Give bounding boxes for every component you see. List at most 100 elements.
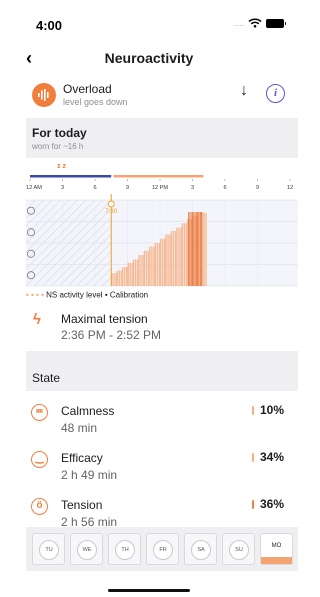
day-label: FR: [153, 540, 173, 560]
state-percent-bar: [252, 406, 254, 415]
mode-subtitle: level goes down: [63, 97, 128, 107]
calm-face-icon: ≖: [31, 404, 48, 421]
day-label: TU: [39, 540, 59, 560]
state-percent-bar: [252, 500, 254, 509]
status-icons: ....: [233, 18, 286, 28]
x-tick-label: 12 AM: [26, 185, 42, 191]
state-item-calmness[interactable]: ≖ Calmness 48 min 10%: [0, 399, 298, 445]
activity-bar: [158, 243, 160, 286]
max-tension-row[interactable]: ϟ Maximal tension 2:36 PM - 2:52 PM: [0, 305, 298, 351]
today-subtitle: worn for ~16 h: [32, 142, 84, 151]
state-name: Calmness: [61, 404, 115, 418]
tension-highlight-bar: [195, 212, 197, 286]
x-tick-label: 9: [256, 185, 259, 191]
selected-day-indicator: [261, 557, 292, 564]
activity-bar: [181, 223, 184, 286]
activity-bar: [124, 267, 126, 286]
activity-bar: [129, 262, 131, 286]
x-tick-label: 12: [287, 185, 293, 191]
wake-clock-icon: [107, 200, 115, 208]
x-tick-label: 6: [223, 185, 226, 191]
activity-bar: [140, 255, 142, 286]
tension-highlight-bar: [190, 212, 192, 286]
activity-bar: [203, 212, 205, 286]
activity-bar: [132, 259, 135, 286]
tension-highlight-bar: [193, 212, 195, 286]
state-header: State: [26, 351, 298, 391]
activity-bar: [172, 230, 175, 286]
page-title: Neuroactivity: [104, 50, 194, 66]
chart-svg: z z 12 AM 3 6 9 12 PM 3 6 9 12 7:30: [26, 163, 298, 287]
activity-bar: [147, 250, 150, 286]
day-selector: TU WE TH FR SA SU MO: [26, 527, 298, 571]
activity-bar: [176, 227, 178, 286]
day-fr[interactable]: FR: [146, 533, 179, 565]
activity-bar: [185, 223, 188, 286]
status-bar: 4:00 ....: [0, 0, 298, 44]
state-percent: 34%: [259, 450, 284, 464]
activity-bar: [156, 243, 158, 286]
day-mo[interactable]: MO: [260, 533, 293, 565]
activity-bar: [167, 234, 169, 286]
sleep-marker-icon: z z: [57, 163, 66, 170]
state-duration: 2 h 49 min: [61, 468, 118, 482]
activity-bar: [162, 238, 164, 286]
state-percent: 10%: [259, 403, 284, 417]
activity-bar: [122, 267, 124, 286]
signal-dots-icon: ....: [233, 18, 244, 28]
battery-icon: [266, 18, 286, 28]
smile-face-icon: ‿: [31, 451, 48, 468]
activity-bar: [138, 255, 140, 286]
arrow-down-icon[interactable]: ↓: [240, 82, 248, 100]
activity-bar: [116, 270, 119, 286]
waveform-icon: [32, 83, 56, 107]
mode-title: Overload: [63, 82, 112, 96]
state-name: Tension: [61, 498, 103, 512]
day-tu[interactable]: TU: [32, 533, 65, 565]
tension-highlight-bar: [198, 212, 200, 286]
activity-bar: [180, 227, 182, 286]
activity-bar: [174, 230, 177, 286]
legend-ns-activity: NS activity level: [46, 290, 103, 300]
tension-face-icon: ö: [31, 498, 48, 515]
tension-highlight-bar: [192, 212, 193, 286]
day-label: WE: [77, 540, 97, 560]
state-percent: 36%: [259, 497, 284, 511]
activity-bar: [145, 250, 148, 286]
activity-bar: [169, 234, 171, 286]
legend-dotted-line-icon: • • • •: [26, 290, 44, 300]
day-label: SA: [191, 540, 211, 560]
activity-bar: [164, 238, 166, 286]
legend-calibration: Calibration: [109, 290, 149, 300]
lightning-icon: ϟ: [33, 311, 41, 328]
tension-highlight-bar: [188, 212, 189, 286]
state-title: State: [32, 371, 61, 385]
activity-bar: [126, 267, 128, 286]
activity-bar: [205, 212, 207, 286]
activity-bar: [170, 230, 173, 286]
day-we[interactable]: WE: [70, 533, 103, 565]
x-tick-label: 9: [126, 185, 129, 191]
day-su[interactable]: SU: [222, 533, 255, 565]
state-item-efficacy[interactable]: ‿ Efficacy 2 h 49 min 34%: [0, 446, 298, 492]
activity-bar: [151, 246, 153, 286]
activity-bar: [143, 250, 146, 286]
activity-bar: [120, 270, 123, 286]
activity-bar: [149, 246, 151, 286]
awake-timeline-bar: [113, 175, 204, 178]
activity-bar: [160, 238, 162, 286]
state-name: Efficacy: [61, 451, 103, 465]
activity-bar: [153, 246, 155, 286]
day-sa[interactable]: SA: [184, 533, 217, 565]
tension-time: 2:36 PM - 2:52 PM: [61, 328, 162, 342]
tension-highlight-bar: [189, 212, 191, 286]
day-th[interactable]: TH: [108, 533, 141, 565]
tension-highlight-bar: [197, 212, 199, 286]
activity-bar: [134, 259, 137, 286]
state-percent-bar: [252, 453, 254, 462]
x-tick-label: 6: [93, 185, 96, 191]
info-icon[interactable]: i: [266, 84, 285, 103]
today-header: For today worn for ~16 h: [26, 118, 298, 158]
wake-time-label: 7:30: [105, 209, 117, 215]
activity-bar: [127, 262, 129, 286]
